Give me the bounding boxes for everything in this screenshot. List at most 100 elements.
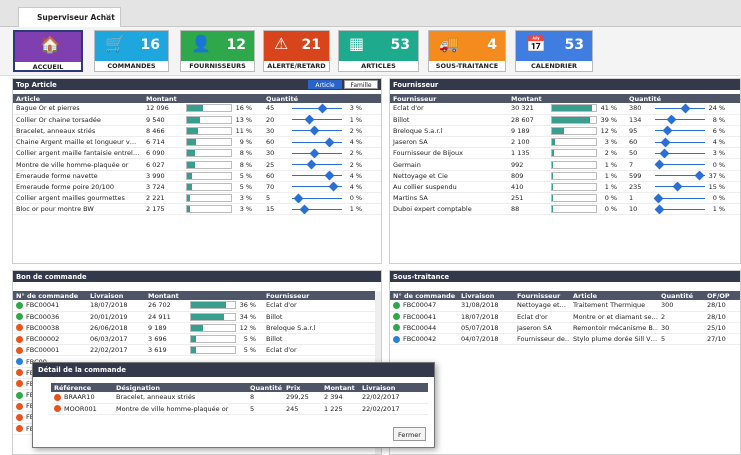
col-montant[interactable]: Montant xyxy=(143,94,263,103)
table-row[interactable]: FBC00001 22/02/2017 3 619 5 % Eclat d'or xyxy=(13,344,375,357)
table-row[interactable]: Emeraude forme navette 3 990 5 % 60 4 % xyxy=(13,170,381,182)
col-fournisseur[interactable]: Fournisseur xyxy=(263,291,375,300)
toggle-article[interactable]: Article xyxy=(308,80,342,89)
col-livraison[interactable]: Livraison xyxy=(359,383,428,392)
table-row[interactable]: Germain 992 1 % 7 0 % xyxy=(390,158,740,171)
table-row[interactable]: FBC00002 06/03/2017 3 696 5 % Billot xyxy=(13,333,375,346)
quantity-cell: 25 2 % xyxy=(263,158,381,171)
table-row[interactable]: FBC00044 05/07/2018 Jaseron SA Remontoir… xyxy=(390,322,740,335)
col-quantite[interactable]: Quantité xyxy=(247,383,283,392)
status-dot-icon xyxy=(393,301,400,309)
table-row[interactable]: Au collier suspendu 410 1 % 235 15 % xyxy=(390,181,740,194)
amount-cell: 2 221 3 % xyxy=(143,192,263,205)
fournisseur-header: Fournisseur xyxy=(390,79,740,90)
quantity-slider[interactable] xyxy=(292,170,342,181)
table-row[interactable]: FBC00041 18/07/2018 26 702 36 % Eclat d'… xyxy=(13,300,375,312)
quantity-cell: 20 1 % xyxy=(263,114,381,126)
tab-superviseur-achat[interactable]: Superviseur Achat × xyxy=(18,7,121,27)
tile-orders[interactable]: 🛒 16 COMMANDES xyxy=(94,30,169,72)
col-article[interactable]: Article xyxy=(570,291,658,300)
table-row[interactable]: Jaseron SA 2 100 3 % 60 4 % xyxy=(390,136,740,149)
col-quantite[interactable]: Quantité xyxy=(626,94,740,103)
tile-calendar[interactable]: 📅 53 CALENDRIER xyxy=(515,30,593,72)
table-row[interactable]: Breloque S.a.r.l 9 189 12 % 95 6 % xyxy=(390,125,740,138)
table-row[interactable]: Fournisseur de Bijoux 1 135 2 % 50 3 % xyxy=(390,147,740,160)
table-row[interactable]: Bague Or et pierres 12 096 16 % 45 3 % xyxy=(13,103,381,115)
col-article[interactable]: Article xyxy=(13,94,143,103)
table-row[interactable]: Eclat d'or 30 321 41 % 380 24 % xyxy=(390,103,740,115)
quantity-slider[interactable] xyxy=(655,170,705,181)
amount-cell: 9 189 12 % xyxy=(145,322,263,335)
table-row[interactable]: Bloc or pour montre BW 2 175 3 % 15 1 % xyxy=(13,203,381,216)
quantity-slider[interactable] xyxy=(655,148,705,158)
tile-suppliers[interactable]: 👤 12 FOURNISSEURS xyxy=(180,30,255,72)
table-row[interactable]: Martins SA 251 0 % 1 0 % xyxy=(390,192,740,205)
col-montant[interactable]: Montant xyxy=(321,383,359,392)
col-montant[interactable]: Montant xyxy=(145,291,263,300)
quantity-slider[interactable] xyxy=(655,181,705,192)
quantity-slider[interactable] xyxy=(292,137,342,147)
tile-label: ARTICLES xyxy=(361,62,396,70)
table-row[interactable]: FBC00038 26/06/2018 9 189 12 % Breloque … xyxy=(13,322,375,335)
quantity-slider[interactable] xyxy=(655,126,705,136)
col-reference[interactable]: Référence xyxy=(51,383,113,392)
col-fournisseur[interactable]: Fournisseur xyxy=(390,94,508,103)
table-row[interactable]: Montre de ville homme-plaquée or 6 027 8… xyxy=(13,158,381,171)
table-row[interactable]: Billot 28 607 39 % 134 8 % xyxy=(390,114,740,126)
col-num-commande[interactable]: N° de commande xyxy=(13,291,87,300)
amount-value: 2 221 xyxy=(146,194,165,203)
top-article-header: Top Article Article Famille xyxy=(13,79,381,90)
col-livraison[interactable]: Livraison xyxy=(458,291,514,300)
table-row[interactable]: FBC00036 20/01/2019 24 911 34 % Billot xyxy=(13,311,375,323)
row-name: Bloc or pour montre BW xyxy=(13,203,143,216)
table-row[interactable]: FBC00042 04/07/2018 Fournisseur de… Styl… xyxy=(390,333,740,346)
quantity-slider[interactable] xyxy=(292,114,342,125)
table-row[interactable]: Emeraude forme poire 20/100 3 724 5 % 70… xyxy=(13,181,381,194)
table-row[interactable]: FBC00041 18/07/2018 Eclat d'or Montre or… xyxy=(390,311,740,323)
fermer-button[interactable]: Fermer xyxy=(393,427,426,441)
quantity-slider[interactable] xyxy=(654,204,705,214)
quantity-slider[interactable] xyxy=(292,181,342,192)
quantity-slider[interactable] xyxy=(292,159,342,170)
toggle-famille[interactable]: Famille xyxy=(344,80,378,89)
table-row[interactable]: MOOR001 Montre de ville homme-plaquée or… xyxy=(51,403,428,415)
col-num-commande[interactable]: N° de commande xyxy=(390,291,458,300)
table-row[interactable]: Chaine Argent maille et longueur v… 6 71… xyxy=(13,136,381,149)
table-row[interactable]: Collier argent maille fantaisie entrel… … xyxy=(13,147,381,160)
table-row[interactable]: Bracelet, anneaux striés 8 466 11 % 30 2… xyxy=(13,125,381,138)
quantity-slider[interactable] xyxy=(655,103,705,114)
reference-cell: MOOR001 xyxy=(51,403,113,415)
quantity-slider[interactable] xyxy=(655,137,705,147)
table-row[interactable]: Collier argent mailles gourmettes 2 221 … xyxy=(13,192,381,205)
tile-articles[interactable]: ▦ 53 ARTICLES xyxy=(338,30,419,72)
col-fournisseur[interactable]: Fournisseur xyxy=(514,291,570,300)
quantity-slider[interactable] xyxy=(292,148,342,158)
amount-value: 1 135 xyxy=(511,149,530,158)
table-row[interactable]: FBC00047 31/08/2018 Nettoyage et… Traite… xyxy=(390,300,740,312)
tile-subcontract[interactable]: 🚚 4 SOUS-TRAITANCE xyxy=(428,30,506,72)
col-montant[interactable]: Montant xyxy=(508,94,626,103)
quantity-slider[interactable] xyxy=(292,126,342,136)
quantity-slider[interactable] xyxy=(653,193,705,203)
row-name: Collier Or chaine torsadée xyxy=(13,114,143,126)
amount-bar xyxy=(551,104,597,113)
quantity-slider[interactable] xyxy=(654,159,705,170)
close-icon[interactable]: × xyxy=(104,12,112,22)
quantity-slider[interactable] xyxy=(292,103,342,114)
table-row[interactable]: BRAAR10 Bracelet, anneaux striés 8 299,2… xyxy=(51,392,428,404)
col-prix[interactable]: Prix xyxy=(283,383,321,392)
table-row[interactable]: Collier Or chaine torsadée 9 540 13 % 20… xyxy=(13,114,381,126)
amount-value: 3 619 xyxy=(148,346,167,355)
col-livraison[interactable]: Livraison xyxy=(87,291,145,300)
table-row[interactable]: Duboi expert comptable 88 0 % 10 1 % xyxy=(390,203,740,216)
table-row[interactable]: Nettoyage et Cie 809 1 % 599 37 % xyxy=(390,170,740,182)
quantity-slider[interactable] xyxy=(655,114,705,125)
col-of-op[interactable]: OF/OP xyxy=(704,291,740,300)
quantity-slider[interactable] xyxy=(292,204,342,214)
quantity-slider[interactable] xyxy=(292,193,342,203)
col-designation[interactable]: Désignation xyxy=(113,383,247,392)
tile-home[interactable]: 🏠 ACCUEIL xyxy=(13,30,83,72)
col-quantite[interactable]: Quantité xyxy=(658,291,704,300)
tile-alert[interactable]: ⚠ 21 ALERTE/RETARD xyxy=(263,30,330,72)
col-quantite[interactable]: Quantité xyxy=(263,94,381,103)
